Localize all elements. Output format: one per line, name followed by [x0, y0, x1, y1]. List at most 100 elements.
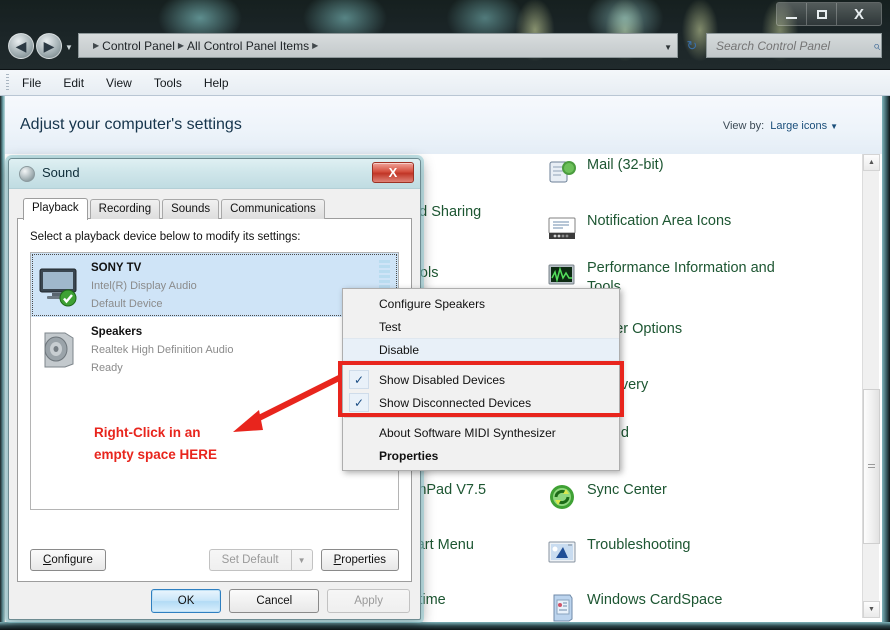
scroll-up-button[interactable]: ▲ [863, 154, 880, 171]
sound-dialog-titlebar: Sound X [9, 159, 420, 189]
navigation-row: ◀ ▶ ▼ ▶ Control Panel ▶ All Control Pane… [0, 30, 890, 62]
chevron-down-icon: ▼ [830, 122, 838, 131]
context-menu: Configure Speakers Test Disable ✓ Show Disab… [342, 288, 620, 471]
menu-item-file[interactable]: File [22, 76, 41, 90]
view-by-value[interactable]: Large icons [770, 120, 827, 132]
cancel-button[interactable]: Cancel [229, 589, 320, 613]
context-menu-item[interactable]: Configure Speakers [343, 292, 619, 315]
context-menu-separator [344, 364, 618, 365]
set-default-split-button[interactable]: Set Default ▼ [208, 549, 313, 571]
ok-button[interactable]: OK [150, 589, 222, 613]
scroll-down-button[interactable]: ▼ [863, 601, 880, 618]
tab-sounds[interactable]: Sounds [162, 199, 220, 219]
checkmark-icon: ✓ [349, 393, 369, 412]
breadcrumb-item-0[interactable]: Control Panel [102, 39, 175, 53]
tv-icon [37, 265, 81, 307]
properties-button-label: roperties [341, 554, 386, 566]
context-menu-item[interactable]: ✓ Show Disconnected Devices [343, 391, 619, 414]
checkmark-icon: ✓ [349, 370, 369, 389]
control-panel-item-label[interactable]: Windows CardSpace [587, 591, 722, 610]
annotation-line-2: empty space HERE [94, 447, 218, 462]
tab-recording[interactable]: Recording [89, 199, 161, 219]
forward-button[interactable]: ▶ [36, 33, 62, 59]
sound-dialog-tabs: Playback Recording Sounds Communications [23, 197, 412, 220]
cardspace-icon [546, 591, 578, 623]
control-panel-item-label[interactable]: Notification Area Icons [587, 212, 731, 231]
search-box[interactable]: ⌕ [706, 33, 882, 58]
context-menu-item-label: Disable [379, 342, 420, 357]
context-menu-item-label: Test [379, 319, 402, 334]
device-name: Speakers [91, 326, 143, 338]
tab-playback[interactable]: Playback [23, 198, 88, 220]
minimize-button[interactable] [777, 3, 807, 25]
context-menu-item[interactable]: Properties [343, 444, 619, 467]
control-panel-item-label[interactable]: Troubleshooting [587, 536, 690, 555]
speaker-icon [37, 329, 81, 369]
context-menu-item-label: Show Disabled Devices [379, 372, 506, 387]
refresh-icon[interactable]: ↻ [680, 33, 704, 58]
device-name: SONY TV [91, 262, 142, 274]
context-menu-item-label: About Software MIDI Synthesizer [379, 425, 556, 440]
breadcrumb[interactable]: ▶ Control Panel ▶ All Control Panel Item… [78, 33, 678, 58]
context-menu-item[interactable]: Disable [343, 338, 619, 361]
view-by-label: View by: [722, 120, 765, 132]
device-driver: Intel(R) Display Audio [91, 280, 197, 292]
recent-pages-dropdown-icon[interactable]: ▼ [65, 43, 73, 52]
window-frame-bottom [0, 622, 890, 630]
sound-dialog-close-button[interactable]: X [372, 162, 414, 183]
device-status: Ready [91, 362, 123, 374]
breadcrumb-dropdown-icon[interactable]: ▼ [664, 43, 672, 52]
search-input[interactable] [716, 38, 873, 53]
breadcrumb-sep-icon: ▶ [177, 41, 185, 50]
control-panel-item[interactable]: Troubleshooting [546, 536, 690, 568]
device-status: Default Device [91, 298, 163, 310]
maximize-button[interactable] [807, 3, 837, 25]
window-controls: X [776, 2, 882, 26]
properties-button[interactable]: Properties [320, 549, 399, 571]
set-default-dropdown-icon[interactable]: ▼ [290, 549, 313, 571]
context-menu-item-label: Configure Speakers [379, 296, 486, 311]
context-menu-item[interactable]: ✓ Show Disabled Devices [343, 368, 619, 391]
notification-area-icon [546, 212, 578, 244]
back-button[interactable]: ◀ [8, 33, 34, 59]
configure-button-label: onfigure [51, 554, 93, 566]
view-by-control[interactable]: View by: Large icons ▼ [723, 120, 838, 132]
menu-item-edit[interactable]: Edit [63, 76, 84, 90]
menu-item-help[interactable]: Help [204, 76, 229, 90]
context-menu-item[interactable]: Test [343, 315, 619, 338]
control-panel-item[interactable]: Windows CardSpace [546, 591, 722, 623]
sound-dialog-icon [19, 166, 35, 182]
tab-communications[interactable]: Communications [221, 199, 325, 219]
menu-grip-icon [6, 74, 9, 92]
vertical-scrollbar[interactable]: ▲ ▼ [862, 154, 880, 618]
control-panel-item[interactable]: Notification Area Icons [546, 212, 731, 244]
close-button[interactable]: X [837, 3, 881, 25]
context-menu-item[interactable]: About Software MIDI Synthesizer [343, 421, 619, 444]
playback-hint: Select a playback device below to modify… [30, 231, 301, 243]
control-panel-item-label[interactable]: Mail (32-bit) [587, 156, 664, 175]
content-header: Adjust your computer's settings View by:… [0, 96, 890, 154]
context-menu-separator [344, 417, 618, 418]
troubleshooting-icon [546, 536, 578, 568]
window-titlebar: X ◀ ▶ ▼ ▶ Control Panel ▶ All Control Pa… [0, 0, 890, 70]
context-menu-item-label: Show Disconnected Devices [379, 395, 532, 410]
scrollbar-thumb[interactable] [863, 389, 880, 544]
annotation-line-1: Right-Click in an [94, 425, 201, 440]
apply-button[interactable]: Apply [327, 589, 410, 613]
check-icon [59, 289, 77, 307]
menu-bar: File Edit View Tools Help [0, 70, 890, 96]
set-default-button[interactable]: Set Default [208, 549, 291, 571]
search-icon: ⌕ [873, 37, 881, 53]
control-panel-item-label[interactable]: Sync Center [587, 481, 667, 500]
menu-item-tools[interactable]: Tools [154, 76, 182, 90]
application-window: X ◀ ▶ ▼ ▶ Control Panel ▶ All Control Pa… [0, 0, 890, 630]
sync-center-icon [546, 481, 578, 513]
breadcrumb-item-1[interactable]: All Control Panel Items [187, 39, 309, 53]
control-panel-item[interactable]: Sync Center [546, 481, 667, 513]
control-panel-item[interactable]: Mail (32-bit) [546, 156, 664, 188]
menu-item-view[interactable]: View [106, 76, 132, 90]
configure-button[interactable]: Configure [30, 549, 106, 571]
breadcrumb-sep-icon: ▶ [93, 41, 100, 50]
window-frame-right [882, 96, 890, 630]
sound-dialog-title: Sound [42, 165, 80, 180]
